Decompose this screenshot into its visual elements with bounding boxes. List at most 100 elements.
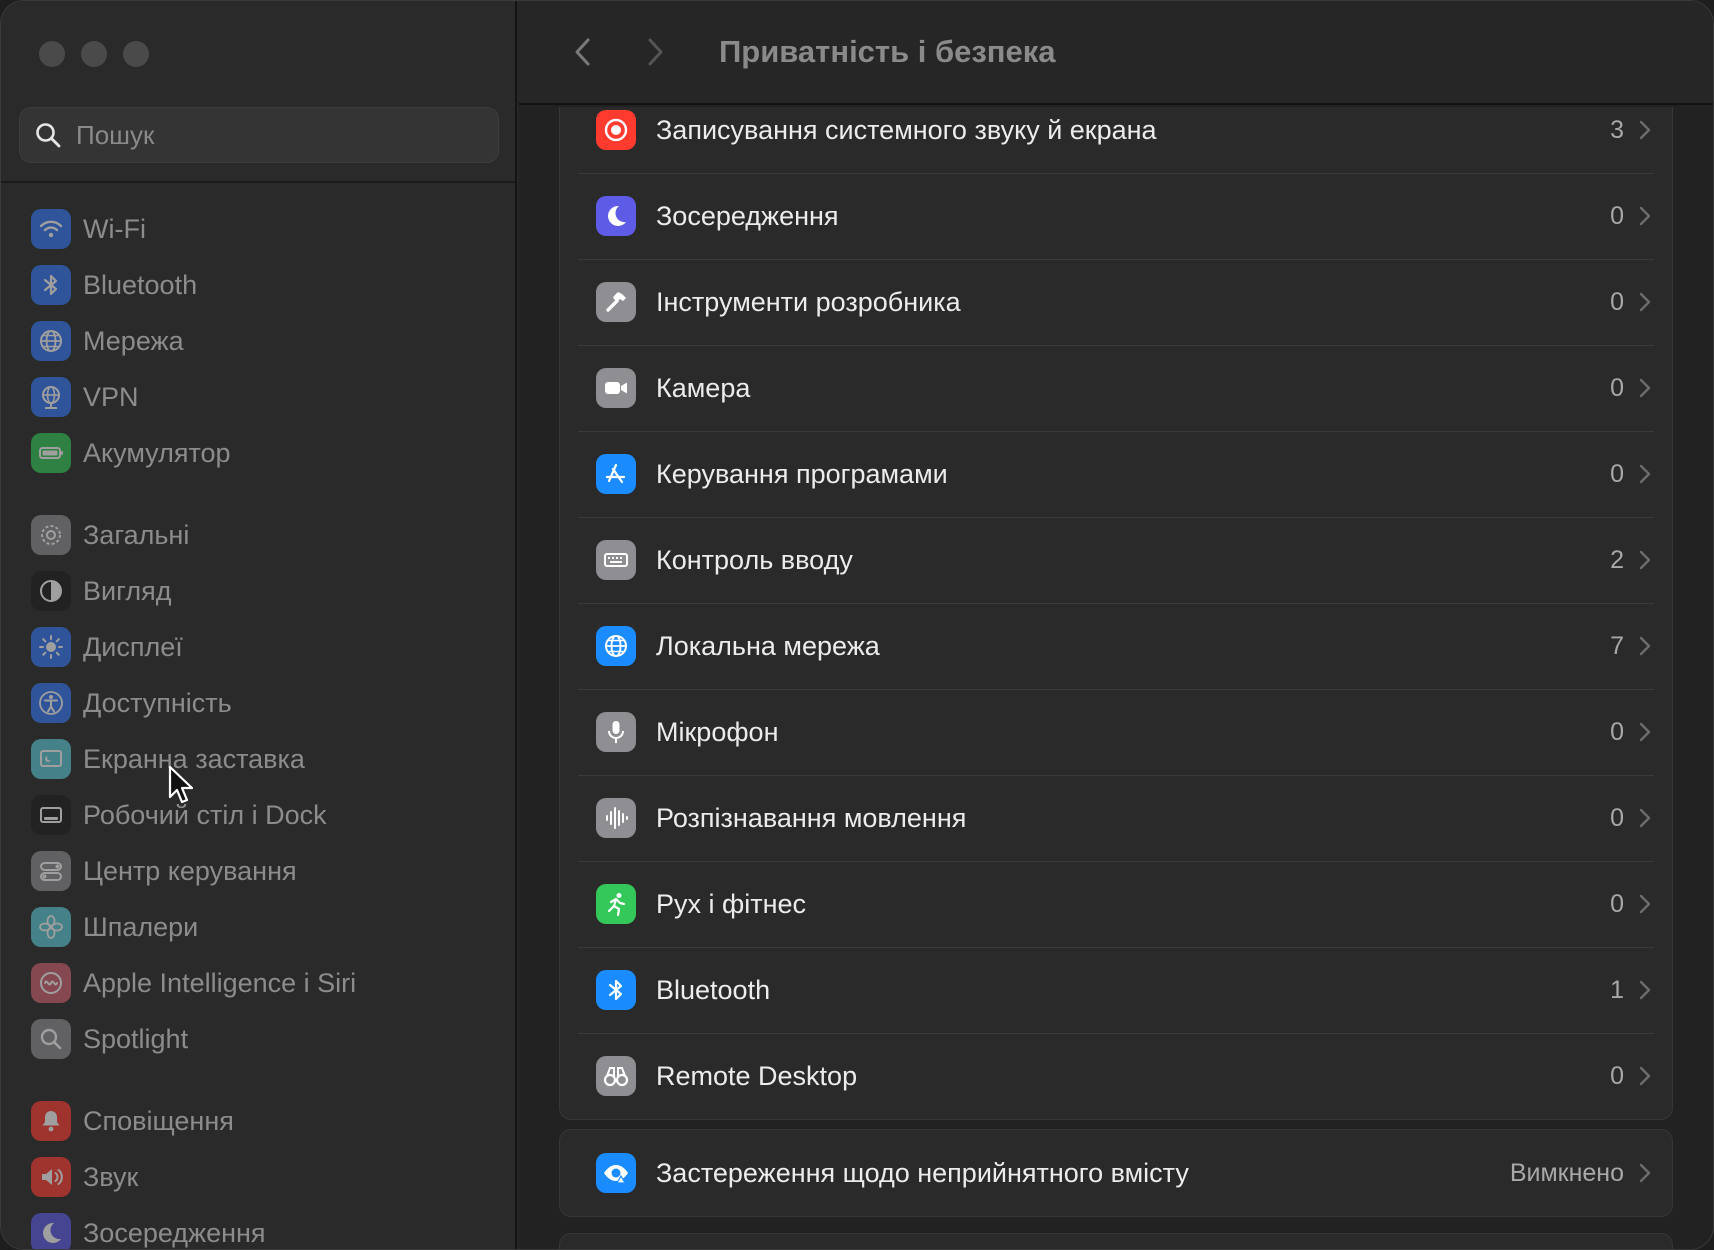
row-label: Контроль вводу [656,544,853,575]
row-label: Застереження щодо неприйнятного вмісту [656,1157,1189,1188]
chevron-right-icon [1638,635,1652,657]
sidebar-item-label: Spotlight [83,1023,189,1054]
sidebar: Wi-Fi Bluetooth Мережа VPN Акумулятор Загальн… [1,1,517,1249]
fitness-icon [596,884,636,924]
row-label: Інструменти розробника [656,286,961,317]
sidebar-item-label: Wi-Fi [83,213,146,244]
zoom-button[interactable] [123,41,149,67]
eye-warning-icon [596,1153,636,1193]
sidebar-item-label: Доступність [83,687,232,718]
sidebar-divider [1,181,515,183]
row-label: Камера [656,372,751,403]
sidebar-item[interactable]: Apple Intelligence і Siri [31,955,501,1011]
waveform-icon [596,798,636,838]
sidebar-item[interactable]: Сповіщення [31,1093,501,1149]
close-button[interactable] [39,41,65,67]
sidebar-group: Сповіщення Звук Зосередження [31,1093,501,1249]
search-field[interactable] [19,107,499,163]
privacy-row[interactable]: Мікрофон 0 [560,689,1672,775]
sidebar-item[interactable]: Акумулятор [31,425,501,481]
mouse-cursor-icon [168,765,194,804]
sidebar-nav: Wi-Fi Bluetooth Мережа VPN Акумулятор Загальн… [31,201,501,1249]
screensaver-icon [31,739,71,779]
sun-icon [31,627,71,667]
gear-icon [31,515,71,555]
chevron-right-icon [1638,1065,1652,1087]
privacy-row[interactable]: Розпізнавання мовлення 0 [560,775,1672,861]
privacy-row[interactable]: Bluetooth 1 [560,947,1672,1033]
sidebar-item-label: Робочий стіл і Dock [83,799,327,830]
bluetooth-icon [596,970,636,1010]
row-label: Записування системного звуку й екрана [656,114,1157,145]
chevron-right-icon [1638,463,1652,485]
privacy-row[interactable]: Контроль вводу 2 [560,517,1672,603]
sidebar-item[interactable]: Доступність [31,675,501,731]
sidebar-item-label: Сповіщення [83,1105,234,1136]
row-count: 3 [1610,115,1624,144]
moon-icon [31,1213,71,1249]
search-input[interactable] [76,119,476,151]
chevron-right-icon [1638,205,1652,227]
control-center-icon [31,851,71,891]
sidebar-item[interactable]: Spotlight [31,1011,501,1067]
globe-icon [31,321,71,361]
row-count: 1 [1610,975,1624,1004]
sidebar-item-label: Мережа [83,325,184,356]
accessibility-icon [31,683,71,723]
privacy-row[interactable]: Записування системного звуку й екрана 3 [560,107,1672,173]
sidebar-item[interactable]: Звук [31,1149,501,1205]
search-icon [36,123,61,148]
row-label: Керування програмами [656,458,948,489]
privacy-row[interactable]: Зосередження 0 [560,173,1672,259]
settings-content: Записування системного звуку й екрана 3 Зо… [559,107,1673,1249]
vpn-globe-icon [31,377,71,417]
sidebar-item[interactable]: Загальні [31,507,501,563]
sidebar-item[interactable]: Мережа [31,313,501,369]
binoculars-icon [596,1056,636,1096]
sidebar-item[interactable]: Центр керування [31,843,501,899]
sidebar-item[interactable]: VPN [31,369,501,425]
chevron-right-icon [1638,893,1652,915]
moon-icon [596,196,636,236]
sidebar-item[interactable]: Екранна заставка [31,731,501,787]
keyboard-icon [596,540,636,580]
camera-icon [596,368,636,408]
main-panel: Приватність і безпека Записування систем… [519,1,1713,1249]
chevron-right-icon [1638,549,1652,571]
battery-icon [31,433,71,473]
row-count: 2 [1610,545,1624,574]
privacy-row[interactable]: Локальна мережа 7 [560,603,1672,689]
spotlight-icon [31,1019,71,1059]
privacy-row[interactable]: Камера 0 [560,345,1672,431]
sidebar-group: Wi-Fi Bluetooth Мережа VPN Акумулятор [31,201,501,481]
sidebar-item-label: Apple Intelligence і Siri [83,967,357,998]
row-value: Вимкнено [1509,1158,1624,1187]
sidebar-item[interactable]: Вигляд [31,563,501,619]
sidebar-item-label: VPN [83,381,139,412]
dock-icon [31,795,71,835]
sidebar-item[interactable]: Зосередження [31,1205,501,1249]
back-button[interactable] [563,32,603,72]
sidebar-item-label: Шпалери [83,911,199,942]
app-store-icon [596,454,636,494]
minimize-button[interactable] [81,41,107,67]
forward-button[interactable] [635,32,675,72]
sidebar-item[interactable]: Bluetooth [31,257,501,313]
chevron-right-icon [1638,721,1652,743]
sidebar-item[interactable]: Дисплеї [31,619,501,675]
row-label: Bluetooth [656,974,771,1005]
sidebar-item[interactable]: Wi-Fi [31,201,501,257]
content-warning-row[interactable]: Застереження щодо неприйнятного вмісту В… [560,1130,1672,1216]
sidebar-item-label: Центр керування [83,855,297,886]
privacy-row[interactable]: Remote Desktop 0 [560,1033,1672,1119]
row-count: 0 [1610,1061,1624,1090]
privacy-row[interactable]: Рух і фітнес 0 [560,861,1672,947]
privacy-row[interactable]: Керування програмами 0 [560,431,1672,517]
sidebar-item[interactable]: Робочий стіл і Dock [31,787,501,843]
chevron-right-icon [1638,377,1652,399]
privacy-row[interactable]: Інструменти розробника 0 [560,259,1672,345]
sidebar-item[interactable]: Шпалери [31,899,501,955]
globe-icon [596,626,636,666]
next-settings-card [559,1233,1673,1249]
row-label: Локальна мережа [656,630,880,661]
